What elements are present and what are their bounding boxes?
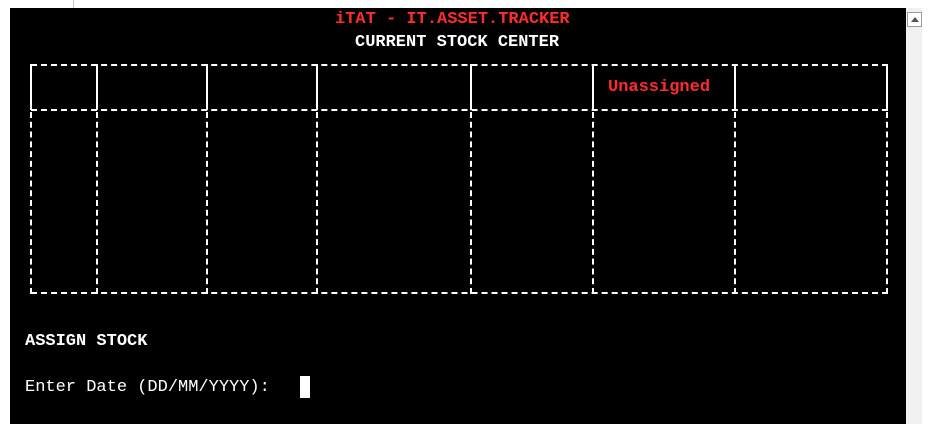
col-divider — [96, 64, 98, 110]
cell-no: 5 — [47, 218, 58, 237]
cell-available: 98% — [752, 264, 783, 283]
scrollbar-track — [922, 8, 928, 424]
col-divider — [316, 64, 318, 110]
cell-unassigned: 5 — [608, 241, 619, 260]
col-divider — [96, 112, 98, 294]
col-divider — [206, 64, 208, 110]
col-header-type: Type — [223, 78, 264, 97]
cell-type: Desktop — [223, 126, 295, 145]
col-divider — [316, 112, 318, 294]
cell-added-stock: 5 — [333, 149, 344, 168]
cell-no: 1 — [47, 126, 58, 145]
cell-type: Laptop — [223, 195, 285, 214]
cell-unassigned: 4 — [608, 195, 619, 214]
date-prompt: Enter Date (DD/MM/YYYY): — [25, 378, 281, 397]
cell-unassigned: 3 — [608, 218, 619, 237]
cell-added-stock: 3 — [333, 172, 344, 191]
cell-added-stock: 5 — [333, 195, 344, 214]
section-heading: ASSIGN STOCK — [25, 332, 148, 351]
cell-sku: MON2024 — [113, 241, 185, 260]
cell-available: 100% — [752, 241, 793, 260]
cell-assigned: 1 — [487, 149, 498, 168]
col-header-unassigned: Unassigned — [608, 78, 711, 97]
cell-assigned: 2 — [487, 172, 498, 191]
col-header-added-stock: Added Stock — [333, 78, 446, 97]
cell-added-stock: 5 — [333, 126, 344, 145]
cell-no: 3 — [47, 172, 58, 191]
cell-no: 6 — [47, 241, 58, 260]
cell-type: Tablet — [223, 149, 285, 168]
cell-available: 33% — [752, 172, 783, 191]
table-header-border — [31, 109, 888, 111]
cell-unassigned: 51 — [608, 264, 629, 283]
cell-no: 7 — [47, 264, 58, 283]
cell-available: 80% — [752, 126, 783, 145]
col-divider — [206, 112, 208, 294]
cell-type: Mouse — [223, 218, 275, 237]
cell-no: 2 — [47, 149, 58, 168]
chevron-up-icon — [911, 17, 919, 22]
cell-added-stock: 52 — [333, 264, 354, 283]
col-divider — [886, 64, 888, 110]
cell-assigned: 1 — [487, 195, 498, 214]
col-header-assigned: Assigned — [487, 78, 569, 97]
col-divider — [592, 112, 594, 294]
cell-unassigned: 1 — [608, 172, 619, 191]
col-divider — [592, 64, 594, 110]
cell-no: 4 — [47, 195, 58, 214]
cell-assigned: 1 — [487, 264, 498, 283]
cell-unassigned: 4 — [608, 149, 619, 168]
col-header-no: No. — [47, 78, 78, 97]
col-divider — [886, 112, 888, 294]
cell-added-stock: 5 — [333, 241, 344, 260]
cell-sku: DSK2021 — [113, 126, 185, 145]
col-divider — [30, 64, 32, 110]
text-cursor[interactable] — [300, 376, 310, 398]
cell-available: 75% — [752, 218, 783, 237]
cell-type: Mobile — [223, 172, 285, 191]
cell-assigned: 1 — [487, 218, 498, 237]
cell-sku: LT2022 — [113, 195, 175, 214]
cell-type: Flower — [223, 264, 285, 283]
col-divider — [734, 112, 736, 294]
cell-available: 80% — [752, 149, 783, 168]
scroll-up-button[interactable] — [907, 12, 922, 27]
col-divider — [30, 112, 32, 294]
cell-unassigned: 4 — [608, 126, 619, 145]
col-divider — [734, 64, 736, 110]
col-header-available: % Available — [752, 78, 865, 97]
col-header-sku: SKU — [113, 78, 144, 97]
table-bottom-border — [31, 292, 888, 294]
cell-available: 80% — [752, 195, 783, 214]
cell-sku: FLW2024 — [113, 264, 185, 283]
cell-assigned: 1 — [487, 126, 498, 145]
table-top-border — [31, 64, 888, 66]
cell-assigned: 0 — [487, 241, 498, 260]
cell-added-stock: 4 — [333, 218, 344, 237]
page-subtitle: CURRENT STOCK CENTER — [355, 33, 560, 52]
app-title: iTAT - IT.ASSET.TRACKER — [335, 10, 570, 29]
cell-sku: TAB2021 — [113, 149, 185, 168]
cell-sku: MSE2023 — [113, 218, 185, 237]
col-divider — [470, 112, 472, 294]
col-divider — [470, 64, 472, 110]
cell-sku: MOB2022 — [113, 172, 185, 191]
cell-type: Monitor — [223, 241, 295, 260]
